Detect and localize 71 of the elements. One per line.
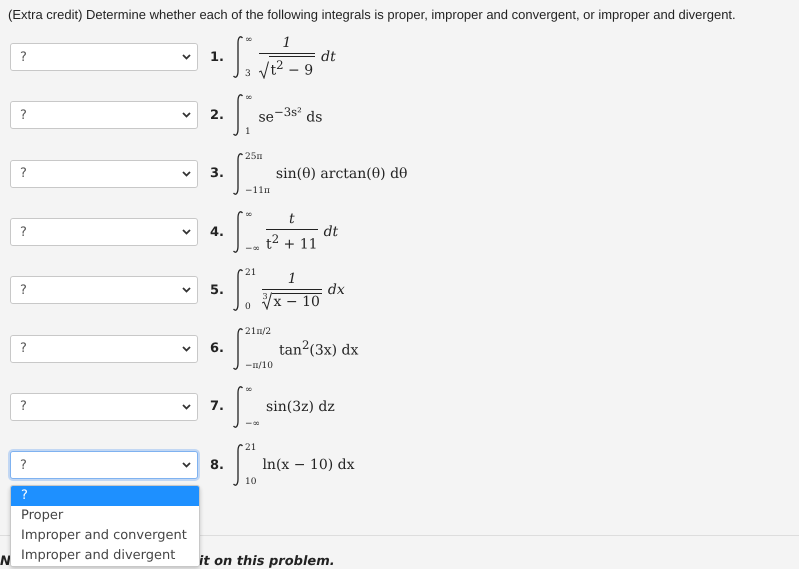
- answer-select[interactable]: ?: [10, 218, 198, 246]
- lower-limit: −11π: [245, 186, 270, 196]
- answer-select[interactable]: ?: [10, 276, 198, 304]
- chevron-down-icon: [182, 112, 191, 118]
- answer-select[interactable]: ?: [10, 43, 198, 72]
- lower-limit: −∞: [245, 244, 260, 254]
- integral-sign-icon: [232, 268, 244, 312]
- problem-number: 7.: [210, 399, 225, 414]
- problem-number: 3.: [210, 166, 225, 182]
- lower-limit: 0: [245, 302, 252, 312]
- dropdown-option[interactable]: Improper and convergent: [11, 526, 199, 546]
- upper-limit: ∞: [245, 35, 252, 46]
- integral-sign-icon: [232, 326, 244, 371]
- integral-sign-icon: [232, 384, 244, 429]
- lower-limit: −∞: [245, 418, 260, 429]
- lower-limit: 10: [245, 477, 256, 488]
- integral-sign-icon: [232, 210, 244, 254]
- chevron-down-icon: [182, 229, 191, 236]
- answer-select[interactable]: ?: [10, 101, 198, 130]
- answer-select[interactable]: ?: [10, 392, 198, 421]
- upper-limit: ∞: [245, 384, 254, 395]
- dropdown-option[interactable]: Improper and divergent: [11, 546, 199, 566]
- radical-sign-icon: [262, 292, 272, 310]
- problem-number: 2.: [210, 108, 225, 123]
- integrand: ln(x − 10) dx: [262, 457, 355, 474]
- upper-limit: 21π/2: [245, 326, 272, 337]
- numerator: t: [266, 211, 318, 230]
- differential: dt: [321, 49, 336, 66]
- lower-limit: 3: [245, 69, 252, 80]
- answer-select[interactable]: ?: [10, 451, 198, 480]
- answer-select[interactable]: ?: [10, 160, 198, 188]
- denominator: x − 10: [272, 292, 322, 310]
- radical-sign-icon: [258, 60, 268, 79]
- root-index: 3: [262, 292, 268, 301]
- integral-sign-icon: [232, 35, 244, 80]
- problem-number: 1.: [210, 50, 225, 65]
- question-text: (Extra credit) Determine whether each of the following integrals is proper, improper and convergent, or improper and divergent.: [7, 6, 737, 24]
- differential: dt: [324, 224, 338, 240]
- upper-limit: ∞: [245, 210, 254, 220]
- upper-limit: 21: [245, 268, 256, 278]
- note-text: it on this problem.: [198, 554, 335, 569]
- denominator: t$^{2}$ − 9: [268, 56, 316, 79]
- chevron-down-icon: [182, 54, 191, 60]
- upper-limit: 21: [245, 443, 256, 454]
- problem-number: 5.: [210, 282, 225, 298]
- answer-select[interactable]: ?: [10, 334, 198, 363]
- integral-sign-icon: [232, 152, 244, 196]
- upper-limit: 25π: [245, 152, 264, 162]
- note-text: N: [0, 554, 11, 569]
- lower-limit: 1: [245, 127, 252, 138]
- chevron-down-icon: [182, 462, 191, 468]
- integrand: tan$^{2}$(3x) dx: [278, 338, 358, 359]
- chevron-down-icon: [182, 170, 191, 177]
- differential: dx: [328, 282, 345, 298]
- chevron-down-icon: [182, 404, 191, 410]
- numerator: 1: [262, 270, 322, 290]
- integral-sign-icon: [232, 93, 244, 138]
- chevron-down-icon: [182, 287, 191, 294]
- dropdown-option[interactable]: Proper: [11, 506, 199, 526]
- integral-sign-icon: [232, 443, 244, 488]
- denominator: t$^{2}$ + 11: [266, 232, 318, 253]
- integrand: se$^{−3s²}$ ds: [258, 105, 322, 126]
- lower-limit: −π/10: [245, 360, 273, 371]
- problem-number: 8.: [210, 458, 225, 473]
- integrand: sin(3z) dz: [266, 398, 335, 415]
- problem-number: 6.: [210, 341, 225, 356]
- integrand: sin(θ) arctan(θ) dθ: [276, 166, 408, 182]
- numerator: 1: [258, 35, 316, 54]
- upper-limit: ∞: [245, 93, 252, 104]
- chevron-down-icon: [182, 346, 191, 352]
- problem-number: 4.: [210, 224, 225, 240]
